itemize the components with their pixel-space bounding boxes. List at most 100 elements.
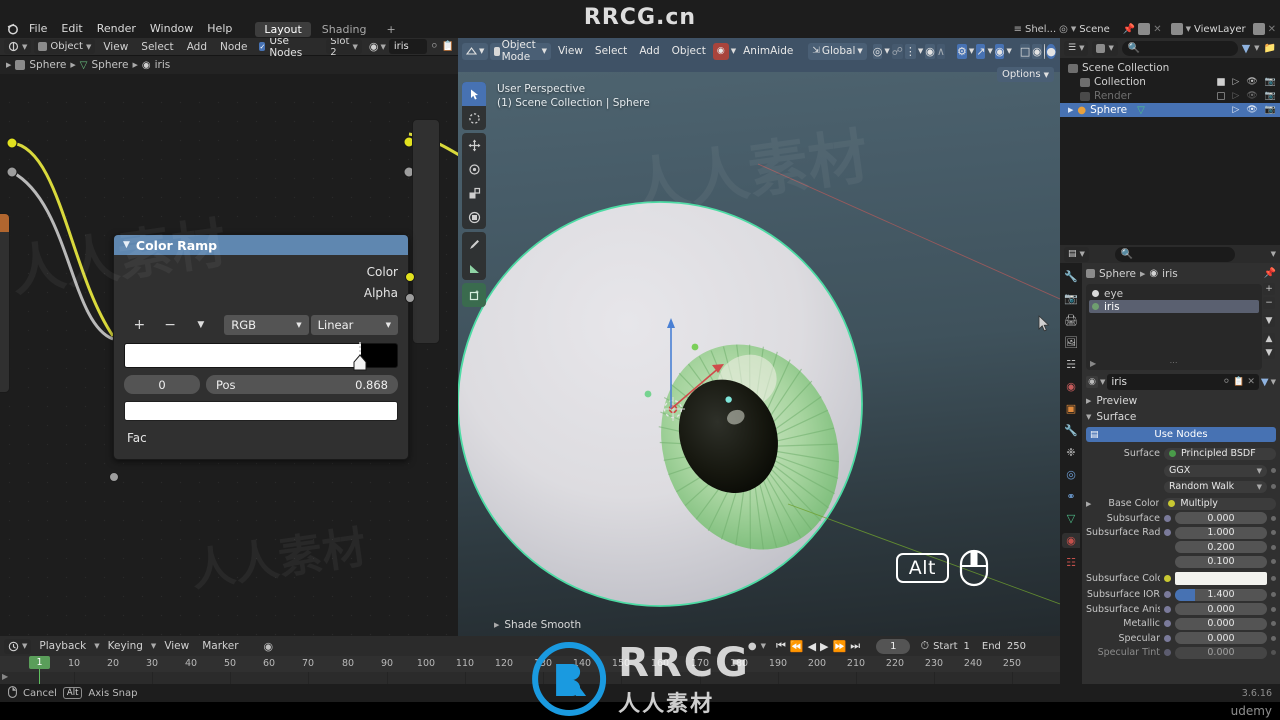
play-reverse-icon[interactable]: ◀ bbox=[808, 640, 816, 653]
chevron-down-icon[interactable]: ▼ bbox=[1271, 378, 1276, 386]
frame-range-end[interactable]: End 250 bbox=[982, 641, 1026, 652]
shield-icon[interactable]: ⚪ bbox=[430, 41, 438, 52]
auto-keying-icon[interactable]: ◉ bbox=[264, 640, 274, 653]
subsurface-radius-z-slider[interactable]: 0.100 bbox=[1175, 555, 1267, 568]
animate-property-dot[interactable] bbox=[1271, 515, 1276, 521]
exclude-icon[interactable]: ▷ bbox=[1232, 105, 1239, 115]
menu-edit[interactable]: Edit bbox=[54, 21, 89, 37]
menu-file[interactable]: File bbox=[22, 21, 54, 37]
interpolation-dropdown[interactable]: Linear ▼ bbox=[310, 315, 398, 335]
camera-icon[interactable]: 📷 bbox=[1265, 77, 1276, 87]
material-slot-selector[interactable]: Slot 2 ▼ bbox=[326, 38, 362, 58]
measure-tool-icon[interactable] bbox=[462, 256, 486, 280]
checkbox-unchecked-icon[interactable] bbox=[1217, 92, 1226, 100]
metallic-slider[interactable]: 0.000 bbox=[1175, 617, 1267, 630]
play-icon[interactable]: ▶ bbox=[820, 640, 828, 653]
blender-logo-icon[interactable] bbox=[4, 21, 22, 37]
animate-property-dot[interactable] bbox=[1271, 468, 1276, 473]
color-ramp-gradient[interactable] bbox=[124, 342, 398, 371]
subsurface-anisotropy-slider[interactable]: 0.000 bbox=[1175, 603, 1267, 615]
timeline-playhead-frame[interactable]: 1 bbox=[29, 656, 50, 669]
new-viewlayer-icon[interactable] bbox=[1252, 23, 1265, 35]
animate-property-dot[interactable] bbox=[1271, 530, 1276, 535]
socket-dot[interactable] bbox=[1164, 649, 1171, 656]
tab-modifier[interactable]: 🔧 bbox=[1062, 423, 1080, 438]
remove-stop-button[interactable]: − bbox=[155, 315, 186, 335]
add-stop-button[interactable]: + bbox=[124, 315, 155, 335]
shading-material-icon[interactable] bbox=[1043, 43, 1045, 59]
animate-property-dot[interactable] bbox=[1271, 576, 1276, 581]
output-socket-color[interactable]: Color bbox=[124, 261, 398, 282]
material-icon[interactable]: ◉ bbox=[1086, 376, 1098, 388]
animate-property-dot[interactable] bbox=[1271, 606, 1276, 612]
tweak-tool-icon[interactable] bbox=[462, 82, 486, 106]
falloff-curve-icon[interactable]: ∧ bbox=[936, 43, 945, 59]
timeline-menu-marker[interactable]: Marker bbox=[197, 640, 243, 652]
offscreen-node-right[interactable] bbox=[412, 119, 440, 344]
tab-constraint[interactable]: ⚭ bbox=[1062, 489, 1080, 504]
ramp-menu-button[interactable]: ▼ bbox=[185, 315, 216, 335]
material-slot-list[interactable]: eye iris ⋯ ▶ bbox=[1086, 284, 1262, 370]
timeline-menu-view[interactable]: View bbox=[159, 640, 194, 652]
tab-physics[interactable]: ◎ bbox=[1062, 467, 1080, 482]
shader-menu-view[interactable]: View bbox=[98, 41, 133, 53]
animate-property-dot[interactable] bbox=[1271, 484, 1276, 489]
tab-view-layer[interactable]: 🖼 bbox=[1062, 335, 1080, 350]
subsurface-method-dropdown[interactable]: Random Walk ▼ bbox=[1164, 480, 1267, 493]
shader-menu-node[interactable]: Node bbox=[215, 41, 252, 53]
shader-type-selector[interactable]: Object ▼ bbox=[34, 39, 96, 54]
chevron-down-icon[interactable]: ▼ bbox=[123, 240, 130, 250]
add-slot-button[interactable]: + bbox=[1263, 283, 1275, 295]
viewport-menu-object[interactable]: Object bbox=[667, 45, 711, 57]
shade-smooth-operator-panel[interactable]: ▶ Shade Smooth bbox=[494, 619, 581, 631]
scene-list-icon[interactable]: ≡ bbox=[1014, 24, 1022, 35]
timeline-editor-type-icon[interactable]: ▼ bbox=[4, 638, 32, 654]
subsurface-ior-slider[interactable]: 1.400 bbox=[1175, 588, 1267, 601]
color-ramp-stop-handle[interactable] bbox=[353, 342, 367, 371]
eye-icon[interactable]: 👁 bbox=[1246, 77, 1257, 87]
new-collection-icon[interactable]: 📁 bbox=[1264, 43, 1276, 54]
browse-icon[interactable]: ▼ bbox=[1261, 377, 1269, 388]
use-nodes-button[interactable]: ▤ Use Nodes bbox=[1086, 427, 1276, 442]
viewport-editor-type-icon[interactable]: ▼ bbox=[462, 42, 489, 60]
remove-slot-button[interactable]: − bbox=[1263, 297, 1275, 309]
tab-object[interactable]: ▣ bbox=[1062, 401, 1080, 416]
menu-help[interactable]: Help bbox=[200, 21, 239, 37]
outliner-filter-mode-icon[interactable]: ▼ bbox=[1092, 40, 1118, 56]
input-socket-fac[interactable]: Fac bbox=[124, 427, 398, 449]
socket-dot[interactable] bbox=[1164, 605, 1171, 613]
stop-color-swatch[interactable] bbox=[124, 401, 398, 421]
subsurface-radius-y-slider[interactable]: 0.200 bbox=[1175, 541, 1267, 553]
shading-solid-icon[interactable]: ◉ bbox=[1032, 43, 1042, 59]
slot-list-resize-grip[interactable]: ⋯ bbox=[1170, 358, 1179, 367]
tab-render[interactable]: 📷 bbox=[1062, 291, 1080, 306]
color-ramp-node[interactable]: ▼ Color Ramp Color Alpha + − ▼ RGB ▼ Lin… bbox=[109, 234, 415, 482]
tab-world[interactable]: ◉ bbox=[1062, 379, 1080, 394]
camera-icon[interactable]: 📷 bbox=[1265, 91, 1276, 101]
shader-menu-add[interactable]: Add bbox=[182, 41, 212, 53]
offscreen-node-left[interactable] bbox=[0, 213, 10, 393]
subsurface-radius-x-slider[interactable]: 1.000 bbox=[1175, 526, 1267, 539]
scale-tool-icon[interactable] bbox=[462, 181, 486, 205]
viewport-overlays-icon[interactable]: ↗ bbox=[976, 43, 986, 59]
exclude-icon[interactable]: ▷ bbox=[1232, 91, 1239, 101]
shader-menu-select[interactable]: Select bbox=[136, 41, 178, 53]
socket-dot[interactable] bbox=[1164, 620, 1171, 627]
animate-property-dot[interactable] bbox=[1271, 592, 1276, 597]
snap-target-icon[interactable]: ⋮ bbox=[904, 43, 916, 59]
timeline-menu-keying[interactable]: Keying bbox=[103, 640, 148, 652]
breadcrumb-mesh[interactable]: Sphere bbox=[91, 59, 128, 71]
eye-icon[interactable]: 👁 bbox=[1246, 91, 1257, 101]
workspace-tab-add[interactable]: + bbox=[377, 22, 404, 37]
stop-index-field[interactable]: 0 bbox=[124, 375, 200, 394]
chevron-down-icon[interactable]: ▼ bbox=[1271, 250, 1276, 258]
chevron-down-icon[interactable]: ▼ bbox=[731, 47, 736, 55]
breadcrumb-material[interactable]: iris bbox=[155, 59, 171, 71]
copy-icon[interactable]: 📋 bbox=[1233, 377, 1244, 387]
rotate-tool-icon[interactable] bbox=[462, 157, 486, 181]
socket-dot[interactable] bbox=[1164, 591, 1171, 598]
record-icon[interactable]: ● bbox=[748, 641, 757, 652]
outliner-row-scene-collection[interactable]: Scene Collection bbox=[1064, 61, 1280, 75]
tab-scene[interactable]: ☵ bbox=[1062, 357, 1080, 372]
move-tool-icon[interactable] bbox=[462, 133, 486, 157]
